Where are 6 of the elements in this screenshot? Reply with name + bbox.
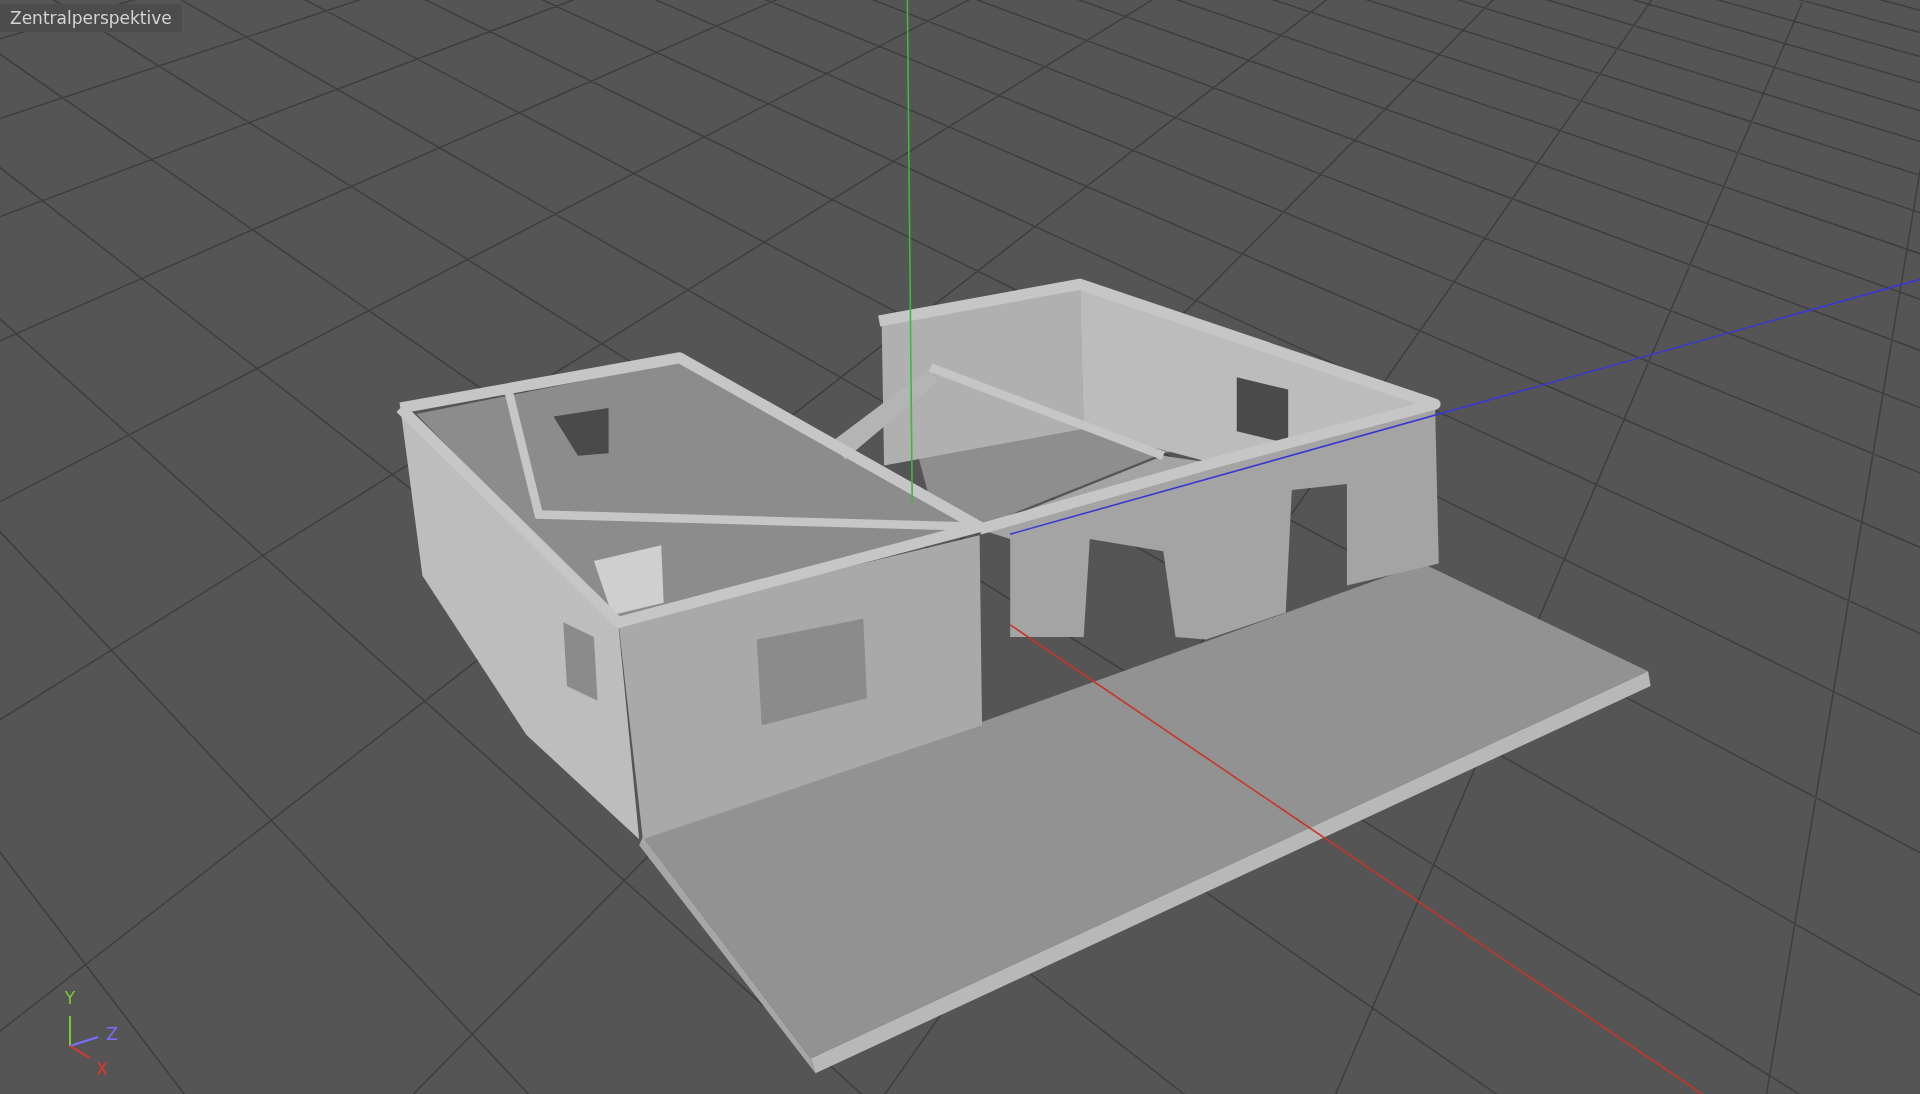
axis-label: Y: [64, 988, 76, 1008]
3d-viewport[interactable]: Zentralperspektive Y Z X: [0, 0, 1920, 1094]
view-title: Zentralperspektive: [0, 4, 182, 32]
axis-label: X: [96, 1059, 108, 1079]
axis-gizmo-icon: [69, 1015, 99, 1059]
axis-label: Z: [106, 1024, 118, 1044]
